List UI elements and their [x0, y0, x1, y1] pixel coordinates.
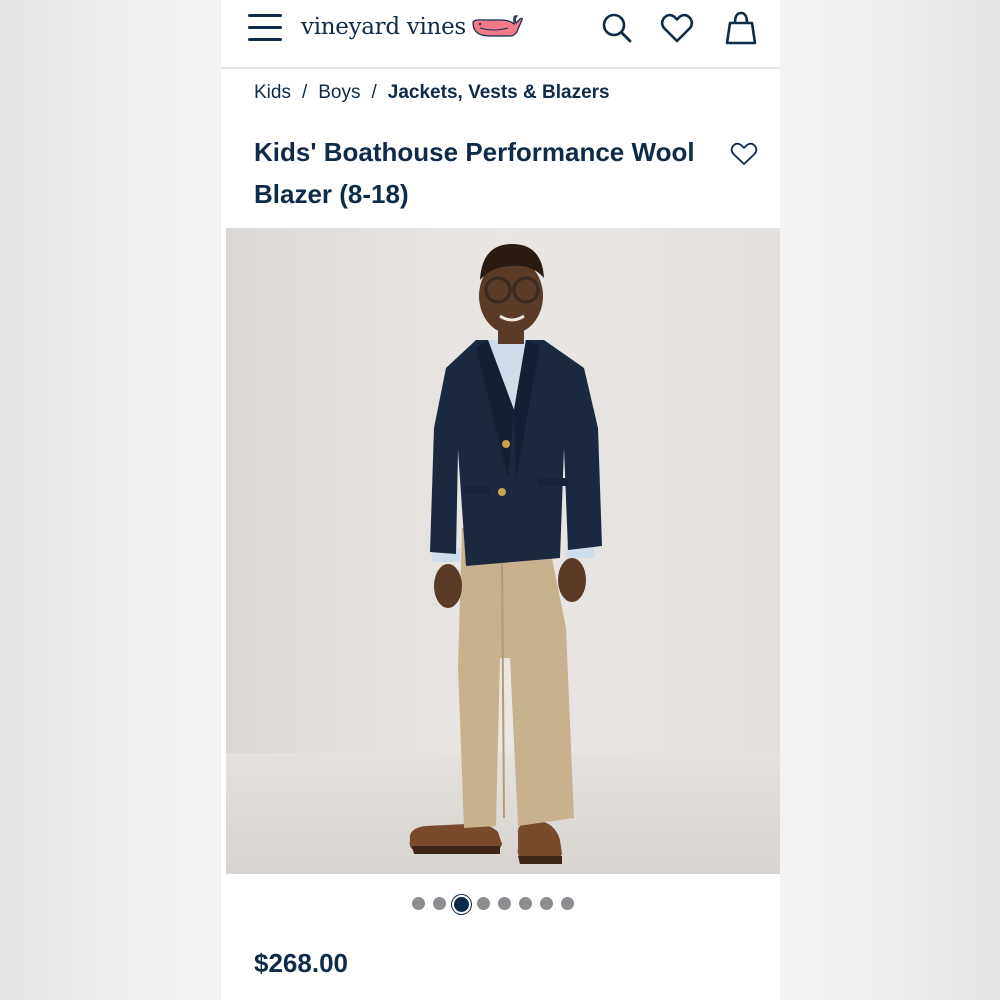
- heart-icon[interactable]: [659, 10, 695, 46]
- background-right: [780, 0, 1000, 1000]
- wishlist-heart-icon[interactable]: [729, 140, 759, 168]
- whale-logo-icon: [472, 15, 523, 37]
- carousel-dot[interactable]: [497, 896, 511, 910]
- product-price: $268.00: [254, 948, 348, 978]
- site-header: vineyard vines: [221, 0, 780, 69]
- product-photo-illustration: [226, 228, 780, 874]
- carousel-dot[interactable]: [518, 896, 532, 910]
- brand-name: vineyard vines: [301, 14, 466, 40]
- carousel-dot[interactable]: [476, 896, 490, 910]
- breadcrumb-link-boys[interactable]: Boys: [318, 82, 360, 104]
- breadcrumb-link-kids[interactable]: Kids: [254, 82, 291, 104]
- image-carousel-dots: [221, 896, 780, 912]
- carousel-dot[interactable]: [432, 896, 446, 910]
- carousel-dot[interactable]: [560, 896, 574, 910]
- carousel-dot[interactable]: [411, 896, 425, 910]
- shopping-bag-icon[interactable]: [723, 10, 759, 46]
- breadcrumb-separator: /: [301, 82, 308, 103]
- breadcrumb: Kids / Boys / Jackets, Vests & Blazers: [254, 82, 610, 104]
- mobile-page: vineyard vines Kids / Boys / Jackets, Ve…: [221, 0, 780, 1000]
- background-left: [0, 0, 221, 1000]
- product-title: Kids' Boathouse Performance Wool Blazer …: [254, 137, 695, 209]
- brand-logo[interactable]: vineyard vines: [301, 10, 524, 44]
- search-icon[interactable]: [599, 10, 635, 46]
- breadcrumb-separator: /: [371, 82, 377, 103]
- hamburger-menu-icon[interactable]: [248, 13, 282, 43]
- breadcrumb-current[interactable]: Jackets, Vests & Blazers: [388, 82, 610, 104]
- product-image[interactable]: [226, 228, 780, 874]
- carousel-dot-active[interactable]: [453, 896, 469, 912]
- carousel-dot[interactable]: [539, 896, 553, 910]
